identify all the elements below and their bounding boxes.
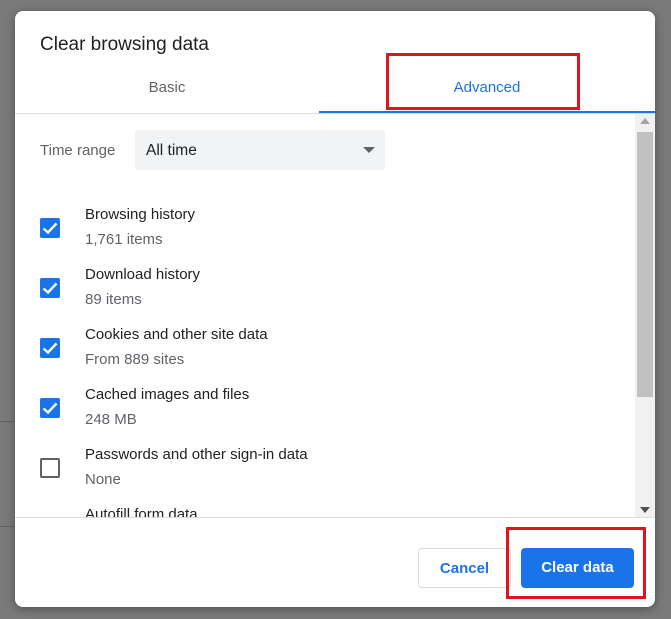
scrollbar-thumb[interactable] — [637, 132, 653, 397]
scroll-up-icon[interactable] — [640, 118, 650, 124]
item-detail: 248 MB — [85, 411, 137, 428]
list-item-autofill: Autofill form data — [15, 504, 635, 517]
item-label: Autofill form data — [85, 506, 198, 517]
download-history-checkbox[interactable] — [40, 278, 60, 298]
item-detail: 89 items — [85, 291, 142, 308]
time-range-value: All time — [146, 142, 197, 159]
item-detail: From 889 sites — [85, 351, 185, 368]
scroll-down-icon[interactable] — [640, 507, 650, 513]
dropdown-arrow-icon — [363, 147, 375, 153]
options-scrollbar[interactable] — [635, 114, 655, 517]
item-label: Browsing history — [85, 206, 196, 223]
clear-browsing-data-dialog: Clear browsing data Basic Advanced Time … — [15, 11, 655, 607]
cookies-checkbox[interactable] — [40, 338, 60, 358]
checkmark-icon — [42, 222, 58, 235]
list-item-cookies: Cookies and other site data From 889 sit… — [15, 324, 635, 384]
list-item-browsing-history: Browsing history 1,761 items — [15, 204, 635, 264]
browsing-history-checkbox[interactable] — [40, 218, 60, 238]
list-item-cached-images: Cached images and files 248 MB — [15, 384, 635, 444]
clear-data-button[interactable]: Clear data — [521, 548, 634, 588]
checkmark-icon — [42, 402, 58, 415]
list-item-passwords: Passwords and other sign-in data None — [15, 444, 635, 504]
tab-basic[interactable]: Basic — [15, 71, 319, 113]
cached-images-checkbox[interactable] — [40, 398, 60, 418]
time-range-select[interactable]: All time — [135, 130, 385, 170]
item-detail: None — [85, 471, 121, 488]
checkmark-icon — [42, 282, 58, 295]
item-detail: 1,761 items — [85, 231, 163, 248]
tab-bar: Basic Advanced — [15, 71, 655, 113]
time-range-label: Time range — [40, 142, 116, 159]
item-label: Download history — [85, 266, 201, 283]
item-label: Cookies and other site data — [85, 326, 268, 343]
item-label: Passwords and other sign-in data — [85, 446, 308, 463]
background-divider — [0, 421, 14, 422]
background-divider — [0, 526, 14, 527]
tab-advanced[interactable]: Advanced — [319, 71, 655, 113]
list-item-download-history: Download history 89 items — [15, 264, 635, 324]
passwords-checkbox[interactable] — [40, 458, 60, 478]
options-panel: Time range All time Browsing history 1,7… — [15, 114, 635, 517]
item-label: Cached images and files — [85, 386, 250, 403]
footer-divider — [15, 517, 655, 518]
dialog-title: Clear browsing data — [40, 34, 209, 55]
checkmark-icon — [42, 342, 58, 355]
cancel-button[interactable]: Cancel — [418, 548, 511, 588]
